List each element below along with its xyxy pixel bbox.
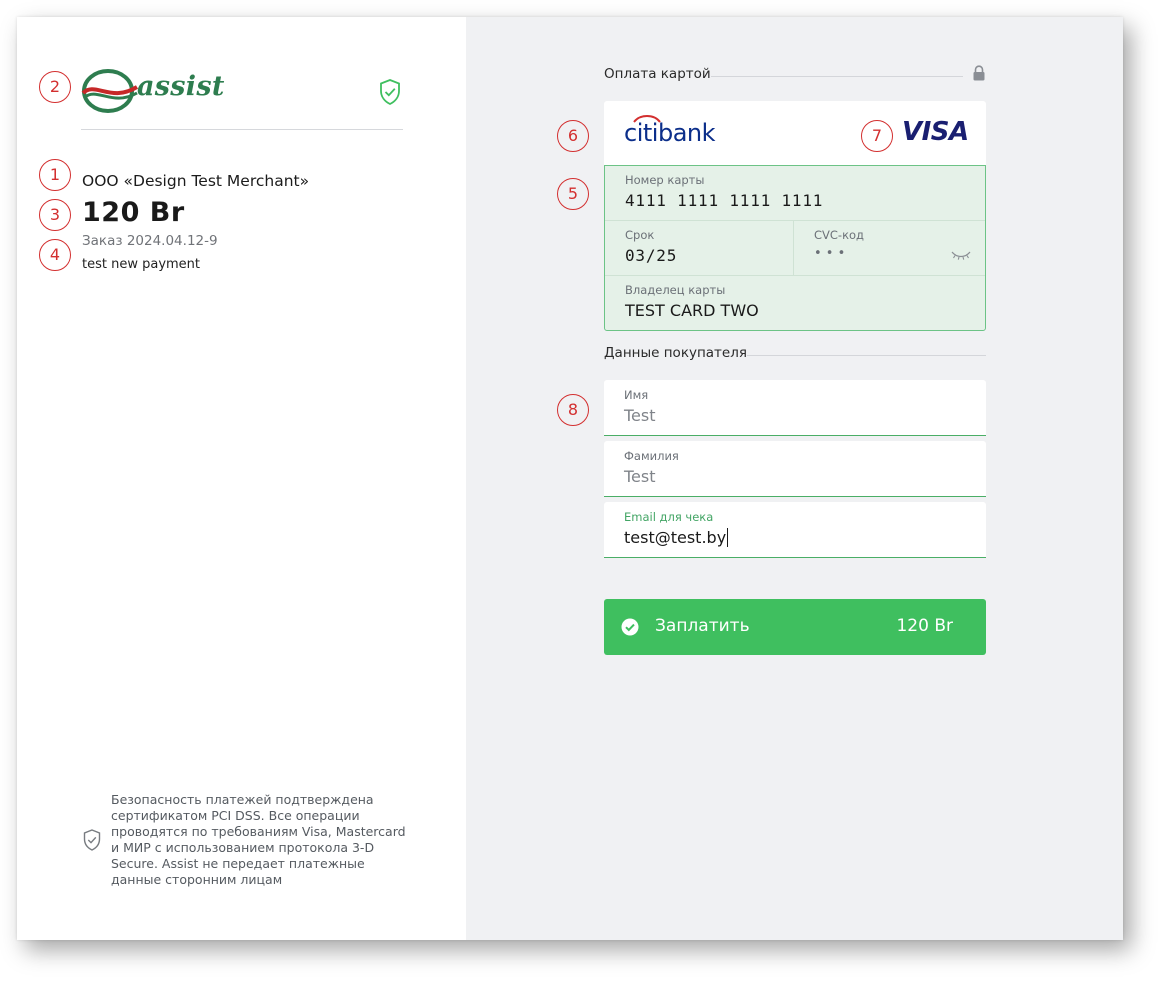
expiry-cvc-divider [793, 221, 794, 275]
bank-logo: citibank [624, 119, 716, 147]
email-field[interactable]: Email для чека test@test.by [604, 502, 986, 558]
card-brand-logo: VISA [902, 117, 969, 147]
card-number-field[interactable]: Номер карты 4111 1111 1111 1111 [605, 166, 985, 221]
order-amount: 120 Br [82, 197, 185, 228]
card-number-value[interactable]: 4111 1111 1111 1111 [625, 191, 823, 210]
cvc-label: CVC-код [814, 228, 865, 242]
merchant-name: ООО «Design Test Merchant» [82, 172, 310, 190]
check-circle-icon [621, 618, 639, 636]
lock-icon [972, 65, 986, 81]
shield-check-icon [379, 79, 401, 106]
pay-button-amount: 120 Br [896, 616, 953, 636]
last-name-input[interactable]: Test [624, 467, 656, 486]
bank-name-suffix: bank [657, 119, 716, 147]
annotation-7: 7 [861, 120, 893, 152]
order-description: test new payment [82, 257, 201, 272]
card-header: citibank VISA [604, 101, 986, 165]
logo-divider [81, 129, 403, 130]
first-name-label: Имя [624, 388, 649, 402]
card-payment-title-line [711, 76, 963, 77]
order-summary-panel: assist ООО «Design Test Merchant» 120 Br… [17, 17, 466, 940]
eye-closed-icon[interactable] [951, 246, 971, 260]
card-number-label: Номер карты [625, 173, 705, 187]
bank-name-prefix: citi [624, 119, 658, 147]
security-note: Безопасность платежей подтверждена серти… [111, 792, 406, 887]
card-form: Номер карты 4111 1111 1111 1111 Срок 03/… [604, 165, 986, 331]
logo-text: assist [137, 71, 225, 102]
annotation-6: 6 [557, 120, 589, 152]
buyer-data-title-line [747, 355, 986, 356]
annotation-8: 8 [557, 394, 589, 426]
email-input[interactable]: test@test.by [624, 528, 729, 547]
first-name-field[interactable]: Имя Test [604, 380, 986, 436]
order-number: Заказ 2024.04.12-9 [82, 233, 218, 249]
pay-button-label: Заплатить [655, 616, 750, 636]
last-name-label: Фамилия [624, 449, 679, 463]
first-name-input[interactable]: Test [624, 406, 656, 425]
annotation-2: 2 [39, 71, 71, 103]
annotation-5: 5 [557, 178, 589, 210]
text-caret [727, 528, 729, 547]
annotation-4: 4 [39, 239, 71, 271]
expiry-label: Срок [625, 228, 655, 242]
last-name-field[interactable]: Фамилия Test [604, 441, 986, 497]
holder-field[interactable]: TEST CARD TWO [625, 301, 759, 320]
citi-arc-icon [633, 115, 661, 123]
holder-label: Владелец карты [625, 283, 726, 297]
assist-logo: assist [81, 67, 224, 115]
email-label: Email для чека [624, 510, 714, 524]
email-value: test@test.by [624, 528, 727, 547]
shield-icon [83, 829, 101, 851]
payment-page: assist ООО «Design Test Merchant» 120 Br… [17, 17, 1123, 940]
annotation-1: 1 [39, 159, 71, 191]
annotation-3: 3 [39, 199, 71, 231]
card-payment-title: Оплата картой [604, 66, 711, 82]
buyer-data-title: Данные покупателя [604, 345, 747, 361]
cvc-field[interactable]: • • • [814, 246, 845, 261]
pay-button[interactable]: Заплатить 120 Br [604, 599, 986, 655]
expiry-field[interactable]: 03/25 [625, 246, 677, 265]
